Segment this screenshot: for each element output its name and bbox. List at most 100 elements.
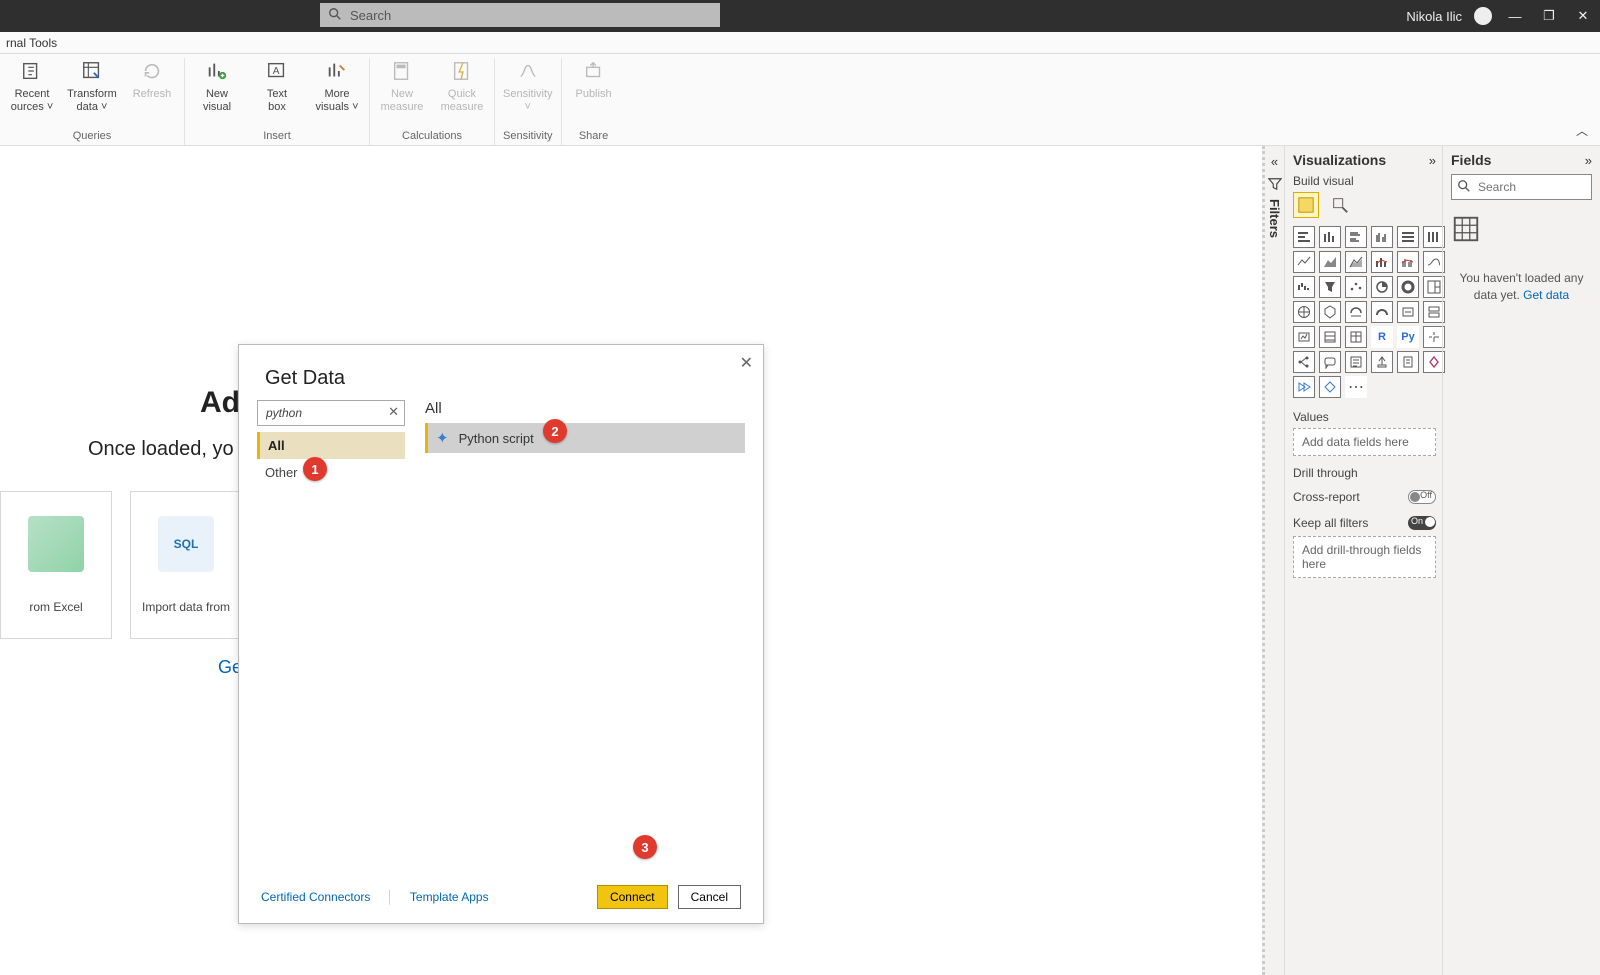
new-measure-icon [389, 58, 415, 84]
card-import-excel[interactable]: rom Excel [0, 491, 112, 639]
viz-donut[interactable] [1397, 276, 1419, 298]
clear-search-icon[interactable]: ✕ [388, 404, 399, 420]
category-all[interactable]: All [257, 432, 405, 459]
format-visual-mode[interactable] [1327, 192, 1353, 218]
sensitivity-button[interactable]: Sensitivity ˅ [504, 58, 552, 113]
viz-funnel[interactable] [1319, 276, 1341, 298]
viz-python-visual[interactable]: Py [1397, 326, 1419, 348]
quick-measure-button[interactable]: Quick measure [438, 58, 486, 113]
vis-collapse-icon[interactable]: » [1429, 153, 1436, 168]
keep-filters-toggle[interactable]: On [1408, 516, 1436, 530]
viz-gauge[interactable] [1371, 301, 1393, 323]
fields-collapse-icon[interactable]: » [1585, 153, 1592, 168]
fields-search[interactable] [1451, 174, 1592, 200]
viz-stacked-area[interactable] [1345, 251, 1367, 273]
viz-slicer[interactable] [1319, 326, 1341, 348]
more-visuals-icon [324, 58, 350, 84]
viz-clustered-bar[interactable] [1345, 226, 1367, 248]
viz-100-bar[interactable] [1397, 226, 1419, 248]
recent-icon [19, 58, 45, 84]
connect-button[interactable]: Connect [597, 885, 668, 909]
python-connector-icon: ✦ [436, 429, 449, 447]
new-visual-icon [204, 58, 230, 84]
publish-button[interactable]: Publish [570, 58, 618, 101]
dialog-close-icon[interactable]: ✕ [740, 353, 753, 373]
refresh-button[interactable]: Refresh [128, 58, 176, 101]
search-icon [1457, 179, 1471, 193]
avatar[interactable] [1474, 7, 1492, 25]
get-data-link[interactable]: Get data [1523, 288, 1569, 302]
viz-type-grid: R Py ⋯ [1293, 226, 1436, 398]
viz-line[interactable] [1293, 251, 1315, 273]
viz-filled-map[interactable] [1319, 301, 1341, 323]
viz-table[interactable] [1345, 326, 1367, 348]
viz-line-clustered-column[interactable] [1397, 251, 1419, 273]
fields-title: Fields [1451, 152, 1491, 168]
viz-area[interactable] [1319, 251, 1341, 273]
window-restore[interactable]: ❐ [1538, 8, 1560, 24]
viz-custom[interactable] [1319, 376, 1341, 398]
connector-python-script[interactable]: ✦ Python script [425, 423, 745, 453]
viz-paginated-report[interactable] [1397, 351, 1419, 373]
textbox-icon: A [264, 58, 290, 84]
viz-scatter[interactable] [1345, 276, 1367, 298]
more-visuals-button[interactable]: More visuals ˅ [313, 58, 361, 113]
window-close[interactable]: ✕ [1572, 8, 1594, 24]
build-visual-label: Build visual [1293, 174, 1436, 188]
viz-line-stacked-column[interactable] [1371, 251, 1393, 273]
global-search[interactable] [320, 3, 720, 27]
group-label-queries: Queries [73, 130, 112, 145]
category-other[interactable]: Other [257, 459, 405, 486]
transform-data-button[interactable]: Transform data ˅ [68, 58, 116, 113]
callout-badge-3: 3 [633, 835, 657, 859]
viz-decomposition-tree[interactable] [1293, 351, 1315, 373]
connector-label: Python script [459, 431, 534, 446]
new-visual-label: New visual [203, 88, 231, 113]
viz-kpi[interactable] [1293, 326, 1315, 348]
viz-pie[interactable] [1371, 276, 1393, 298]
canvas-subtext: Once loaded, yo [88, 438, 242, 461]
viz-stacked-bar[interactable] [1293, 226, 1315, 248]
results-header: All [425, 400, 745, 417]
cross-report-toggle[interactable]: Off [1408, 490, 1436, 504]
viz-power-automate[interactable] [1293, 376, 1315, 398]
viz-r-script[interactable]: R [1371, 326, 1393, 348]
build-visual-mode[interactable] [1293, 192, 1319, 218]
filters-label: Filters [1267, 199, 1282, 238]
transform-label: Transform data ˅ [67, 88, 117, 113]
sql-card-label: Import data from [142, 600, 230, 614]
filters-pane-collapsed[interactable]: « Filters [1262, 146, 1284, 975]
viz-qa[interactable] [1319, 351, 1341, 373]
ribbon-tab-external[interactable]: rnal Tools [0, 36, 63, 50]
ribbon-group-share: Publish Share [562, 58, 626, 145]
drillthrough-field-well[interactable]: Add drill-through fields here [1293, 536, 1436, 578]
viz-stacked-column[interactable] [1319, 226, 1341, 248]
cancel-button[interactable]: Cancel [678, 885, 741, 909]
text-box-button[interactable]: A Text box [253, 58, 301, 113]
window-minimize[interactable]: — [1504, 9, 1526, 24]
ribbon-collapse-chevron-icon[interactable]: ︿ [1576, 122, 1588, 139]
new-visual-button[interactable]: New visual [193, 58, 241, 113]
callout-badge-1: 1 [303, 457, 327, 481]
group-label-share: Share [579, 130, 608, 145]
user-name: Nikola Ilic [1406, 9, 1462, 24]
publish-label: Publish [575, 88, 611, 101]
viz-azure-map[interactable] [1345, 301, 1367, 323]
viz-card[interactable] [1397, 301, 1419, 323]
viz-smart-narrative[interactable] [1345, 351, 1367, 373]
new-measure-button[interactable]: New measure [378, 58, 426, 113]
connector-search[interactable] [257, 400, 405, 426]
transform-icon [79, 58, 105, 84]
viz-map[interactable] [1293, 301, 1315, 323]
certified-connectors-link[interactable]: Certified Connectors [261, 890, 370, 904]
template-apps-link[interactable]: Template Apps [410, 890, 489, 904]
viz-waterfall[interactable] [1293, 276, 1315, 298]
recent-sources-button[interactable]: Recent ources ˅ [8, 58, 56, 113]
search-icon [328, 7, 342, 21]
fields-empty-message: You haven't loaded any data yet. Get dat… [1451, 270, 1592, 304]
values-field-well[interactable]: Add data fields here [1293, 428, 1436, 456]
card-import-sql[interactable]: SQL Import data from [130, 491, 242, 639]
viz-more-icon[interactable]: ⋯ [1345, 376, 1367, 398]
viz-goals[interactable] [1371, 351, 1393, 373]
viz-clustered-column[interactable] [1371, 226, 1393, 248]
